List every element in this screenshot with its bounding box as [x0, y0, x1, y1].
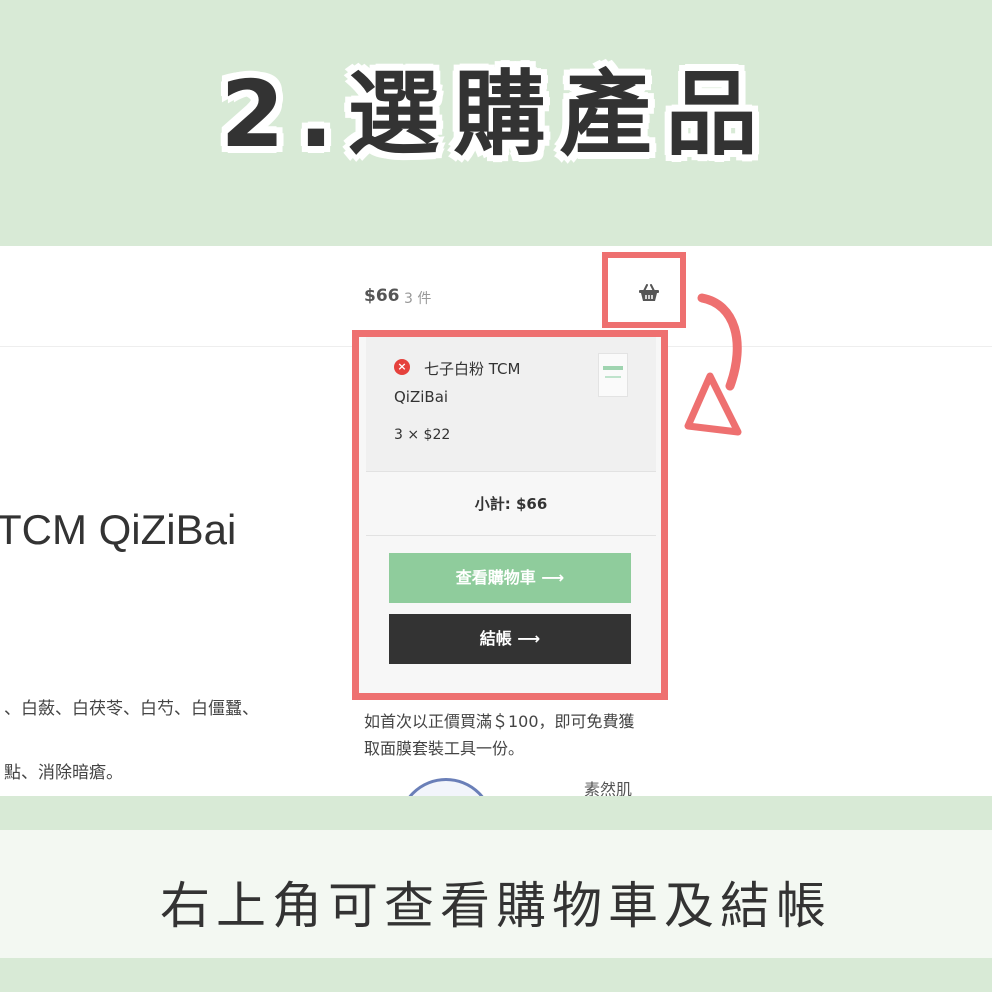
view-cart-button[interactable]: 查看購物車 ⟶	[389, 553, 631, 603]
divider	[366, 471, 656, 472]
product-thumbnail[interactable]	[598, 353, 628, 397]
divider	[366, 535, 656, 536]
cart-item-name[interactable]: 七子白粉 TCM QiZiBai	[394, 355, 584, 411]
basket-icon[interactable]	[638, 284, 660, 302]
cart-item-count[interactable]: 3 件	[404, 288, 431, 308]
effect-text: 點、消除暗瘡。	[4, 763, 123, 783]
cart-item-qty-price: 3 × $22	[394, 427, 451, 443]
caption-text: 右上角可查看購物車及結帳	[160, 877, 832, 935]
promo-line-1: 如首次以正價買滿＄100，即可免費獲	[364, 712, 635, 731]
checkout-button[interactable]: 結帳 ⟶	[389, 614, 631, 664]
promo-line-2: 取面膜套裝工具一份。	[364, 739, 525, 758]
ingredients-text: 、白蘞、白茯苓、白芍、白僵蠶、	[4, 699, 259, 719]
brand-logo-text: 素然肌	[584, 780, 633, 796]
mini-cart-dropdown: × 七子白粉 TCM QiZiBai 3 × $22 小計: $66 查看購物車…	[352, 330, 668, 700]
product-title: TCM QiZiBai	[0, 506, 237, 553]
curved-arrow-icon	[684, 293, 742, 436]
product-image-partial	[398, 778, 494, 796]
cart-item-name-line1[interactable]: 七子白粉 TCM	[424, 360, 520, 378]
cart-item: × 七子白粉 TCM QiZiBai 3 × $22	[366, 337, 656, 471]
promo-text: 如首次以正價買滿＄100，即可免費獲 取面膜套裝工具一份。	[364, 708, 664, 762]
store-screenshot: $66 3 件 TCM QiZiBai 、白蘞、白茯苓、白芍、白僵蠶、 點、消除…	[0, 246, 992, 796]
cart-total[interactable]: $66	[364, 286, 400, 306]
page-heading: 2.選購產品	[220, 61, 772, 168]
cart-icon-highlight[interactable]	[602, 252, 686, 328]
cart-subtotal: 小計: $66	[474, 495, 548, 513]
cart-item-name-line2[interactable]: QiZiBai	[394, 388, 448, 406]
